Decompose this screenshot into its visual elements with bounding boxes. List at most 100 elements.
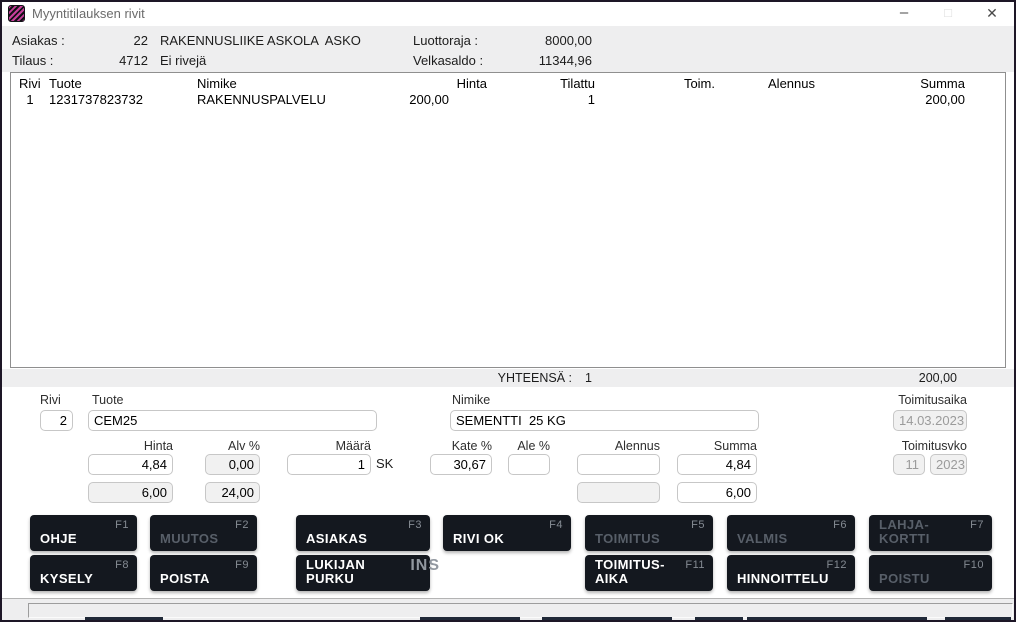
- tilaus-status: Ei rivejä: [160, 53, 206, 68]
- window-controls: – □ ✕: [882, 2, 1014, 26]
- kate-label: Kate %: [430, 439, 492, 453]
- f2-key-label: F2: [235, 519, 249, 531]
- cell-tilattu: 1: [487, 92, 595, 107]
- alv-field: 0,00: [205, 454, 260, 475]
- alennus-field[interactable]: [577, 454, 660, 475]
- clipped-button-fragment: [945, 617, 1011, 620]
- app-logo-icon: [8, 5, 25, 22]
- lukijan-purku-button[interactable]: LUKIJAN PURKUINS: [296, 555, 430, 591]
- col-tilattu: Tilattu: [487, 76, 595, 91]
- col-toim: Toim.: [595, 76, 715, 91]
- hinta-field[interactable]: 4,84: [88, 454, 173, 475]
- poistu-button: POISTUF10: [869, 555, 992, 591]
- toimitusaika-button[interactable]: TOIMITUS- AIKAF11: [585, 555, 713, 591]
- col-rivi: Rivi: [11, 76, 49, 91]
- asiakas-number: 22: [60, 33, 148, 48]
- toimitusvko-label: Toimitusvko: [847, 439, 967, 453]
- clipped-button-fragment: [542, 617, 672, 620]
- f12-key-label: F12: [827, 559, 847, 571]
- cell-hinta: 200,00: [409, 92, 487, 107]
- kysely-button[interactable]: KYSELYF8: [30, 555, 137, 591]
- asiakas-button[interactable]: ASIAKASF3: [296, 515, 430, 551]
- col-tuote: Tuote: [49, 76, 197, 91]
- ins-key-label: INS: [410, 557, 440, 575]
- col-alennus: Alennus: [715, 76, 815, 91]
- f4-key-label: F4: [549, 519, 563, 531]
- valmis-button: VALMISF6: [727, 515, 855, 551]
- nimike-label: Nimike: [452, 393, 490, 407]
- cell-rivi: 1: [11, 92, 49, 107]
- f8-key-label: F8: [115, 559, 129, 571]
- f6-key-label: F6: [833, 519, 847, 531]
- close-icon[interactable]: ✕: [970, 2, 1014, 26]
- asiakas-label: Asiakas :: [12, 33, 65, 48]
- toimitusaika-field: 14.03.2023: [893, 410, 967, 431]
- f11-key-label: F11: [685, 559, 705, 571]
- sales-order-rows-window: Myyntitilauksen rivit – □ ✕ Asiakas : 22…: [0, 0, 1016, 622]
- maara-unit: SK: [376, 456, 393, 471]
- lahjakortti-button: LAHJA- KORTTIF7: [869, 515, 992, 551]
- f7-key-label: F7: [970, 519, 984, 531]
- cell-toim: [595, 92, 715, 107]
- col-nimike: Nimike: [197, 76, 409, 91]
- velkasaldo-value: 11344,96: [457, 53, 592, 68]
- maximize-icon: □: [926, 2, 970, 26]
- status-message-field: [28, 603, 1013, 618]
- rivi-field[interactable]: 2: [40, 410, 73, 431]
- rivi-label: Rivi: [40, 393, 61, 407]
- toimitusaika-label: Toimitusaika: [867, 393, 967, 407]
- hinnoittelu-button[interactable]: HINNOITTELUF12: [727, 555, 855, 591]
- ale-field[interactable]: [508, 454, 550, 475]
- f10-key-label: F10: [964, 559, 984, 571]
- totals-summa: 200,00: [827, 371, 957, 385]
- cell-nimike: RAKENNUSPALVELU: [197, 92, 409, 107]
- tilaus-label: Tilaus :: [12, 53, 53, 68]
- tuote-label: Tuote: [92, 393, 124, 407]
- alv-alt-field: 24,00: [205, 482, 260, 503]
- maara-label: Määrä: [287, 439, 371, 453]
- clipped-button-fragment: [420, 617, 520, 620]
- table-row[interactable]: 1 1231737823732 RAKENNUSPALVELU 200,00 1…: [11, 91, 1005, 107]
- minimize-icon[interactable]: –: [882, 2, 926, 26]
- cell-alennus: [715, 92, 815, 107]
- totals-bar: YHTEENSÄ : 1 200,00: [2, 369, 1014, 387]
- clipped-button-fragment: [695, 617, 743, 620]
- toimitusvko-week-field: 11: [893, 454, 925, 475]
- toimitus-button: TOIMITUSF5: [585, 515, 713, 551]
- table-header-row: Rivi Tuote Nimike Hinta Tilattu Toim. Al…: [11, 73, 1005, 91]
- summa-alt-field: 6,00: [677, 482, 757, 503]
- luottoraja-value: 8000,00: [457, 33, 592, 48]
- asiakas-name: RAKENNUSLIIKE ASKOLA ASKO: [160, 33, 361, 48]
- f5-key-label: F5: [691, 519, 705, 531]
- window-title: Myyntitilauksen rivit: [32, 2, 145, 26]
- f1-key-label: F1: [115, 519, 129, 531]
- order-header-panel: Asiakas : 22 RAKENNUSLIIKE ASKOLA ASKO L…: [2, 26, 1014, 72]
- ohje-button[interactable]: OHJEF1: [30, 515, 137, 551]
- tilaus-number: 4712: [60, 53, 148, 68]
- f3-key-label: F3: [408, 519, 422, 531]
- summa-label: Summa: [677, 439, 757, 453]
- nimike-field[interactable]: SEMENTTI 25 KG: [450, 410, 759, 431]
- f9-key-label: F9: [235, 559, 249, 571]
- poista-button[interactable]: POISTAF9: [150, 555, 257, 591]
- toimitusvko-year-field: 2023: [930, 454, 967, 475]
- rivi-ok-button[interactable]: RIVI OKF4: [443, 515, 571, 551]
- maara-field[interactable]: 1: [287, 454, 371, 475]
- ale-label: Ale %: [508, 439, 550, 453]
- col-summa: Summa: [835, 76, 965, 91]
- muutos-button: MUUTOSF2: [150, 515, 257, 551]
- alennus-label: Alennus: [577, 439, 660, 453]
- kate-field[interactable]: 30,67: [430, 454, 492, 475]
- tuote-field[interactable]: CEM25: [88, 410, 377, 431]
- alennus-alt-field: [577, 482, 660, 503]
- totals-tilattu: 1: [502, 371, 592, 385]
- col-hinta: Hinta: [409, 76, 487, 91]
- order-lines-table[interactable]: Rivi Tuote Nimike Hinta Tilattu Toim. Al…: [10, 72, 1006, 368]
- hinta-alt-field: 6,00: [88, 482, 173, 503]
- summa-field[interactable]: 4,84: [677, 454, 757, 475]
- clipped-button-fragment: [85, 617, 163, 620]
- clipped-button-fragment: [747, 617, 927, 620]
- title-bar: Myyntitilauksen rivit – □ ✕: [2, 2, 1014, 26]
- hinta-label: Hinta: [88, 439, 173, 453]
- alv-label: Alv %: [205, 439, 260, 453]
